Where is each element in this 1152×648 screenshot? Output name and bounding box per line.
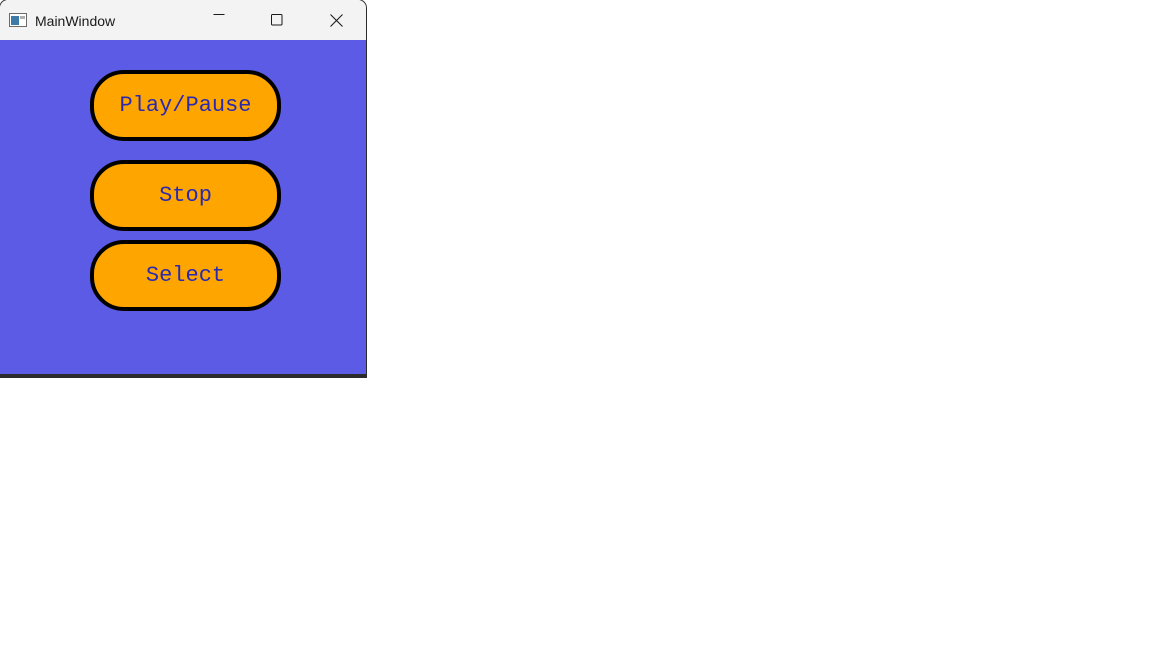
select-button[interactable]: Select	[90, 240, 281, 311]
window-title: MainWindow	[35, 13, 116, 29]
maximize-icon	[271, 14, 283, 26]
app-window-icon	[9, 13, 27, 27]
window-bottom-border	[0, 374, 366, 377]
minimize-button[interactable]	[190, 0, 248, 40]
minimize-icon	[213, 14, 225, 26]
main-window: MainWindow Play/Pause Stop Select	[0, 0, 366, 377]
title-bar[interactable]: MainWindow	[0, 0, 366, 40]
close-button[interactable]	[307, 0, 365, 40]
close-icon	[329, 13, 343, 27]
client-area: Play/Pause Stop Select	[0, 40, 366, 374]
stop-button[interactable]: Stop	[90, 160, 281, 231]
play-pause-button[interactable]: Play/Pause	[90, 70, 281, 141]
maximize-button[interactable]	[248, 0, 306, 40]
